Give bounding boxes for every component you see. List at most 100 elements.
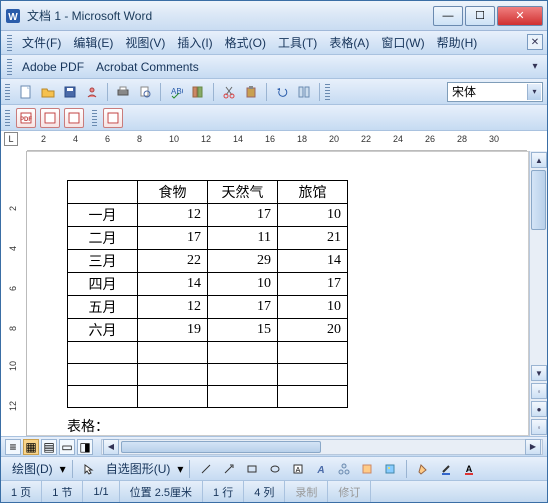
research-button[interactable] bbox=[188, 82, 208, 102]
menu-acrobat-comments[interactable]: Acrobat Comments bbox=[90, 58, 205, 76]
row-label[interactable]: 四月 bbox=[68, 273, 138, 296]
status-revision[interactable]: 修订 bbox=[328, 481, 371, 502]
table-row[interactable] bbox=[68, 386, 348, 408]
select-tool[interactable] bbox=[79, 459, 99, 479]
line-tool[interactable] bbox=[196, 459, 216, 479]
menu-insert[interactable]: 插入(I) bbox=[171, 32, 218, 53]
menu-adobe-pdf[interactable]: Adobe PDF bbox=[16, 58, 90, 76]
toolbar-options-icon[interactable]: ▾ bbox=[527, 58, 543, 74]
scroll-track[interactable] bbox=[530, 231, 547, 364]
vertical-ruler[interactable]: 24681012 bbox=[1, 151, 27, 436]
table-cell[interactable]: 17 bbox=[278, 273, 348, 296]
doc-close-button[interactable]: ✕ bbox=[527, 34, 543, 50]
scroll-thumb[interactable] bbox=[531, 170, 546, 230]
table-cell[interactable]: 17 bbox=[138, 227, 208, 250]
save-button[interactable] bbox=[60, 82, 80, 102]
scroll-thumb[interactable] bbox=[121, 441, 321, 453]
layout-view-button[interactable]: ▦ bbox=[23, 439, 39, 455]
table-cell[interactable] bbox=[138, 364, 208, 386]
row-label[interactable]: 一月 bbox=[68, 204, 138, 227]
maximize-button[interactable]: ☐ bbox=[465, 6, 495, 26]
table-cell[interactable]: 21 bbox=[278, 227, 348, 250]
grip-icon[interactable] bbox=[7, 35, 12, 51]
grip-icon[interactable] bbox=[7, 59, 12, 75]
table-header[interactable]: 旅馆 bbox=[278, 181, 348, 204]
menu-view[interactable]: 视图(V) bbox=[119, 32, 171, 53]
pdf-button-2[interactable] bbox=[40, 108, 60, 128]
grip-icon[interactable] bbox=[92, 110, 97, 126]
menu-window[interactable]: 窗口(W) bbox=[375, 32, 430, 53]
table-row[interactable]: 四月141017 bbox=[68, 273, 348, 296]
table-row[interactable]: 二月171121 bbox=[68, 227, 348, 250]
line-color-tool[interactable] bbox=[436, 459, 456, 479]
row-label[interactable]: 二月 bbox=[68, 227, 138, 250]
grip-icon[interactable] bbox=[5, 110, 10, 126]
table-cell[interactable] bbox=[138, 386, 208, 408]
table-cell[interactable]: 20 bbox=[278, 319, 348, 342]
table-header[interactable]: 食物 bbox=[138, 181, 208, 204]
grip-icon[interactable] bbox=[325, 84, 330, 100]
prev-page-button[interactable]: ◦ bbox=[531, 383, 547, 399]
menu-edit[interactable]: 编辑(E) bbox=[67, 32, 119, 53]
menu-tools[interactable]: 工具(T) bbox=[272, 32, 323, 53]
table-cell[interactable]: 11 bbox=[208, 227, 278, 250]
table-cell[interactable]: 22 bbox=[138, 250, 208, 273]
autoshapes-menu[interactable]: 自选图形(U) bbox=[102, 460, 175, 477]
table-cell[interactable] bbox=[138, 342, 208, 364]
dropdown-icon[interactable]: ▾ bbox=[527, 84, 541, 100]
pdf-button-1[interactable]: PDF bbox=[16, 108, 36, 128]
paste-button[interactable] bbox=[241, 82, 261, 102]
table-row[interactable]: 五月121710 bbox=[68, 296, 348, 319]
columns-button[interactable] bbox=[294, 82, 314, 102]
table-row[interactable] bbox=[68, 364, 348, 386]
menu-file[interactable]: 文件(F) bbox=[16, 32, 67, 53]
table-row[interactable]: 三月222914 bbox=[68, 250, 348, 273]
table-cell[interactable] bbox=[68, 342, 138, 364]
close-button[interactable]: ✕ bbox=[497, 6, 543, 26]
font-selector[interactable]: 宋体 ▾ bbox=[447, 82, 543, 102]
table-cell[interactable] bbox=[68, 364, 138, 386]
table-cell[interactable] bbox=[208, 386, 278, 408]
table-cell[interactable]: 15 bbox=[208, 319, 278, 342]
table-cell[interactable] bbox=[278, 364, 348, 386]
cut-button[interactable] bbox=[219, 82, 239, 102]
picture-tool[interactable] bbox=[380, 459, 400, 479]
arrow-tool[interactable] bbox=[219, 459, 239, 479]
draw-menu[interactable]: 绘图(D) bbox=[8, 460, 57, 477]
menu-table[interactable]: 表格(A) bbox=[323, 32, 375, 53]
vertical-scrollbar[interactable]: ▲ ▼ ◦ ● ◦ bbox=[529, 151, 547, 436]
table-cell[interactable]: 29 bbox=[208, 250, 278, 273]
oval-tool[interactable] bbox=[265, 459, 285, 479]
data-table[interactable]: 食物天然气旅馆一月121710二月171121三月222914四月141017五… bbox=[67, 180, 348, 408]
fill-color-tool[interactable] bbox=[413, 459, 433, 479]
permission-button[interactable] bbox=[82, 82, 102, 102]
wordart-tool[interactable]: A bbox=[311, 459, 331, 479]
table-cell[interactable]: 10 bbox=[278, 296, 348, 319]
tab-selector[interactable]: L bbox=[4, 132, 18, 146]
menu-help[interactable]: 帮助(H) bbox=[431, 32, 484, 53]
web-view-button[interactable]: ◨ bbox=[77, 439, 93, 455]
row-label[interactable]: 三月 bbox=[68, 250, 138, 273]
scroll-up-button[interactable]: ▲ bbox=[531, 152, 547, 168]
table-cell[interactable]: 17 bbox=[208, 296, 278, 319]
rect-tool[interactable] bbox=[242, 459, 262, 479]
menu-format[interactable]: 格式(O) bbox=[219, 32, 272, 53]
clipart-tool[interactable] bbox=[357, 459, 377, 479]
next-page-button[interactable]: ◦ bbox=[531, 419, 547, 435]
pdf-comment-button[interactable] bbox=[103, 108, 123, 128]
horizontal-scrollbar[interactable]: ◀ ▶ bbox=[101, 439, 543, 455]
table-cell[interactable]: 10 bbox=[278, 204, 348, 227]
table-cell[interactable]: 10 bbox=[208, 273, 278, 296]
diagram-tool[interactable] bbox=[334, 459, 354, 479]
table-row[interactable] bbox=[68, 342, 348, 364]
status-record[interactable]: 录制 bbox=[285, 481, 328, 502]
document-area[interactable]: 食物天然气旅馆一月121710二月171121三月222914四月141017五… bbox=[27, 151, 529, 436]
table-cell[interactable] bbox=[208, 342, 278, 364]
preview-button[interactable] bbox=[135, 82, 155, 102]
undo-button[interactable] bbox=[272, 82, 292, 102]
print-button[interactable] bbox=[113, 82, 133, 102]
grip-icon[interactable] bbox=[5, 84, 10, 100]
scroll-left-button[interactable]: ◀ bbox=[103, 439, 119, 455]
textbox-tool[interactable]: A bbox=[288, 459, 308, 479]
minimize-button[interactable]: — bbox=[433, 6, 463, 26]
